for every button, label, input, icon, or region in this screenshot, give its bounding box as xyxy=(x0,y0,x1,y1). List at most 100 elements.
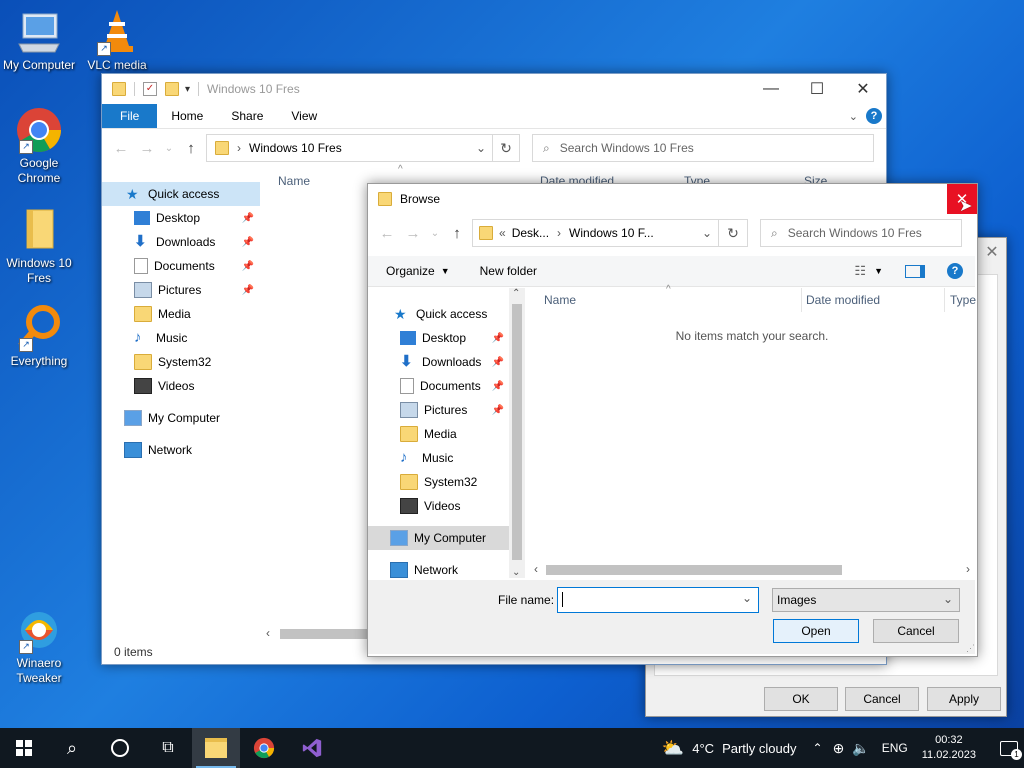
close-icon[interactable]: ✕ xyxy=(982,242,1002,262)
browse-titlebar[interactable]: Browse ✕ ➤ xyxy=(368,184,977,215)
column-name[interactable]: Name xyxy=(278,174,310,188)
breadcrumb-desktop[interactable]: Desk... xyxy=(512,226,549,240)
desktop-icon-my-computer[interactable]: My Computer xyxy=(0,8,78,73)
back-icon[interactable]: ← xyxy=(374,225,400,242)
nav-desktop[interactable]: Desktop 📌 xyxy=(368,326,510,350)
column-date[interactable]: Date modified xyxy=(806,293,880,307)
nav-network[interactable]: Network xyxy=(368,558,510,578)
search-box[interactable]: ⌕ Search Windows 10 Fres xyxy=(532,134,874,162)
properties-check-icon[interactable]: ✓ xyxy=(143,82,157,96)
nav-system32[interactable]: System32 xyxy=(102,350,260,374)
nav-videos[interactable]: Videos xyxy=(368,494,510,518)
recent-chevron-icon[interactable]: ⌄ xyxy=(426,228,444,239)
forward-icon[interactable]: → xyxy=(134,140,160,157)
desktop-icon-everything[interactable]: ↗ Everything xyxy=(0,304,78,369)
forward-icon[interactable]: → xyxy=(400,225,426,242)
nav-documents[interactable]: Documents 📌 xyxy=(368,374,510,398)
nav-network[interactable]: Network xyxy=(102,438,260,462)
speaker-icon[interactable]: 🔈 xyxy=(852,740,869,757)
scroll-left-icon[interactable]: ‹ xyxy=(266,626,270,640)
breadcrumb-folder[interactable]: Windows 10 F... xyxy=(569,226,654,240)
organize-button[interactable]: Organize xyxy=(386,264,435,278)
pin-icon[interactable]: 📌 xyxy=(242,237,254,248)
nav-pictures[interactable]: Pictures 📌 xyxy=(368,398,510,422)
nav-system32[interactable]: System32 xyxy=(368,470,510,494)
expand-ribbon-icon[interactable]: ⌄ xyxy=(849,110,858,123)
apply-button[interactable]: Apply xyxy=(927,687,1001,711)
desktop-icon-windows10-folder[interactable]: Windows 10 Fres xyxy=(0,206,78,286)
recent-chevron-icon[interactable]: ⌄ xyxy=(160,143,178,154)
nav-pictures[interactable]: Pictures 📌 xyxy=(102,278,260,302)
cortana-button[interactable] xyxy=(96,728,144,768)
desktop-icon-winaero[interactable]: ↗ Winaero Tweaker xyxy=(0,606,78,686)
tab-view[interactable]: View xyxy=(277,104,331,128)
nav-documents[interactable]: Documents 📌 xyxy=(102,254,260,278)
scroll-thumb[interactable] xyxy=(280,629,370,639)
nav-my-computer[interactable]: My Computer xyxy=(102,406,260,430)
pin-icon[interactable]: 📌 xyxy=(242,261,254,272)
horizontal-scrollbar[interactable]: ‹ xyxy=(262,626,372,642)
chevron-down-icon[interactable]: ⌄ xyxy=(476,141,486,155)
task-view-button[interactable]: ⧉ xyxy=(144,728,192,768)
scroll-left-icon[interactable]: ‹ xyxy=(534,562,538,576)
nav-videos[interactable]: Videos xyxy=(102,374,260,398)
tab-file[interactable]: File xyxy=(102,104,158,128)
pin-icon[interactable]: 📌 xyxy=(492,405,504,416)
view-details-icon[interactable]: ☷ xyxy=(854,263,866,279)
nav-quick-access[interactable]: ★ Quick access xyxy=(368,302,510,326)
refresh-icon[interactable]: ↻ xyxy=(493,140,519,157)
action-center-button[interactable]: 1 xyxy=(994,728,1024,768)
desktop-icon-vlc[interactable]: ↗ VLC media xyxy=(78,8,156,73)
up-arrow-icon[interactable]: ↑ xyxy=(178,140,204,157)
chevron-down-icon[interactable]: ⌄ xyxy=(742,591,752,605)
taskbar-file-explorer[interactable] xyxy=(192,728,240,768)
maximize-icon[interactable]: ☐ xyxy=(794,74,840,104)
input-language[interactable]: ENG xyxy=(882,741,908,755)
nav-media[interactable]: Media xyxy=(102,302,260,326)
taskbar-chrome[interactable] xyxy=(240,728,288,768)
pin-icon[interactable]: 📌 xyxy=(242,285,254,296)
help-icon[interactable]: ? xyxy=(947,263,963,279)
resize-grip-icon[interactable]: ⋰ xyxy=(966,643,975,654)
cancel-button[interactable]: Cancel xyxy=(845,687,919,711)
scroll-thumb[interactable] xyxy=(546,565,842,575)
show-hidden-icons-icon[interactable]: ⌃ xyxy=(813,741,823,755)
up-arrow-icon[interactable]: ↑ xyxy=(444,225,470,242)
tab-home[interactable]: Home xyxy=(157,104,217,128)
open-button[interactable]: Open xyxy=(773,619,859,643)
scroll-down-icon[interactable]: ⌄ xyxy=(512,567,520,578)
network-globe-icon[interactable]: ⊕ xyxy=(833,740,845,757)
address-bar[interactable]: › Windows 10 Fres ⌄ ↻ xyxy=(206,134,520,162)
nav-music[interactable]: ♪ Music xyxy=(368,446,510,470)
weather-temp[interactable]: 4°C xyxy=(692,741,714,756)
address-bar[interactable]: « Desk... › Windows 10 F... ⌄ ↻ xyxy=(472,219,748,247)
nav-downloads[interactable]: ⬇ Downloads 📌 xyxy=(368,350,510,374)
pin-icon[interactable]: 📌 xyxy=(492,357,504,368)
scroll-up-icon[interactable]: ⌃ xyxy=(512,288,520,299)
back-icon[interactable]: ← xyxy=(108,140,134,157)
ok-button[interactable]: OK xyxy=(764,687,838,711)
file-type-select[interactable]: Images ⌄ xyxy=(772,588,960,612)
weather-desc[interactable]: Partly cloudy xyxy=(722,741,796,756)
new-folder-icon[interactable] xyxy=(165,82,179,96)
chevron-down-icon[interactable]: ⌄ xyxy=(702,226,712,240)
weather-cloud-icon[interactable]: ⛅ xyxy=(662,738,684,759)
close-button[interactable]: ✕ ➤ xyxy=(947,184,977,215)
pin-icon[interactable]: 📌 xyxy=(492,381,504,392)
new-folder-button[interactable]: New folder xyxy=(480,264,537,278)
start-button[interactable] xyxy=(0,728,48,768)
nav-media[interactable]: Media xyxy=(368,422,510,446)
taskbar-visual-studio[interactable] xyxy=(288,728,336,768)
pin-icon[interactable]: 📌 xyxy=(242,213,254,224)
nav-music[interactable]: ♪ Music xyxy=(102,326,260,350)
close-icon[interactable]: ✕ xyxy=(840,74,886,104)
minimize-icon[interactable]: — xyxy=(748,74,794,104)
nav-my-computer[interactable]: My Computer xyxy=(368,526,510,550)
chevron-down-icon[interactable]: ▼ xyxy=(874,266,883,276)
nav-quick-access[interactable]: ★ Quick access xyxy=(102,182,260,206)
search-button[interactable]: ⌕ xyxy=(48,728,96,768)
column-type[interactable]: Type xyxy=(950,293,976,307)
column-name[interactable]: Name xyxy=(544,293,576,307)
vertical-scrollbar[interactable]: ⌃ ⌄ xyxy=(509,288,525,578)
clock[interactable]: 00:32 11.02.2023 xyxy=(922,733,976,763)
